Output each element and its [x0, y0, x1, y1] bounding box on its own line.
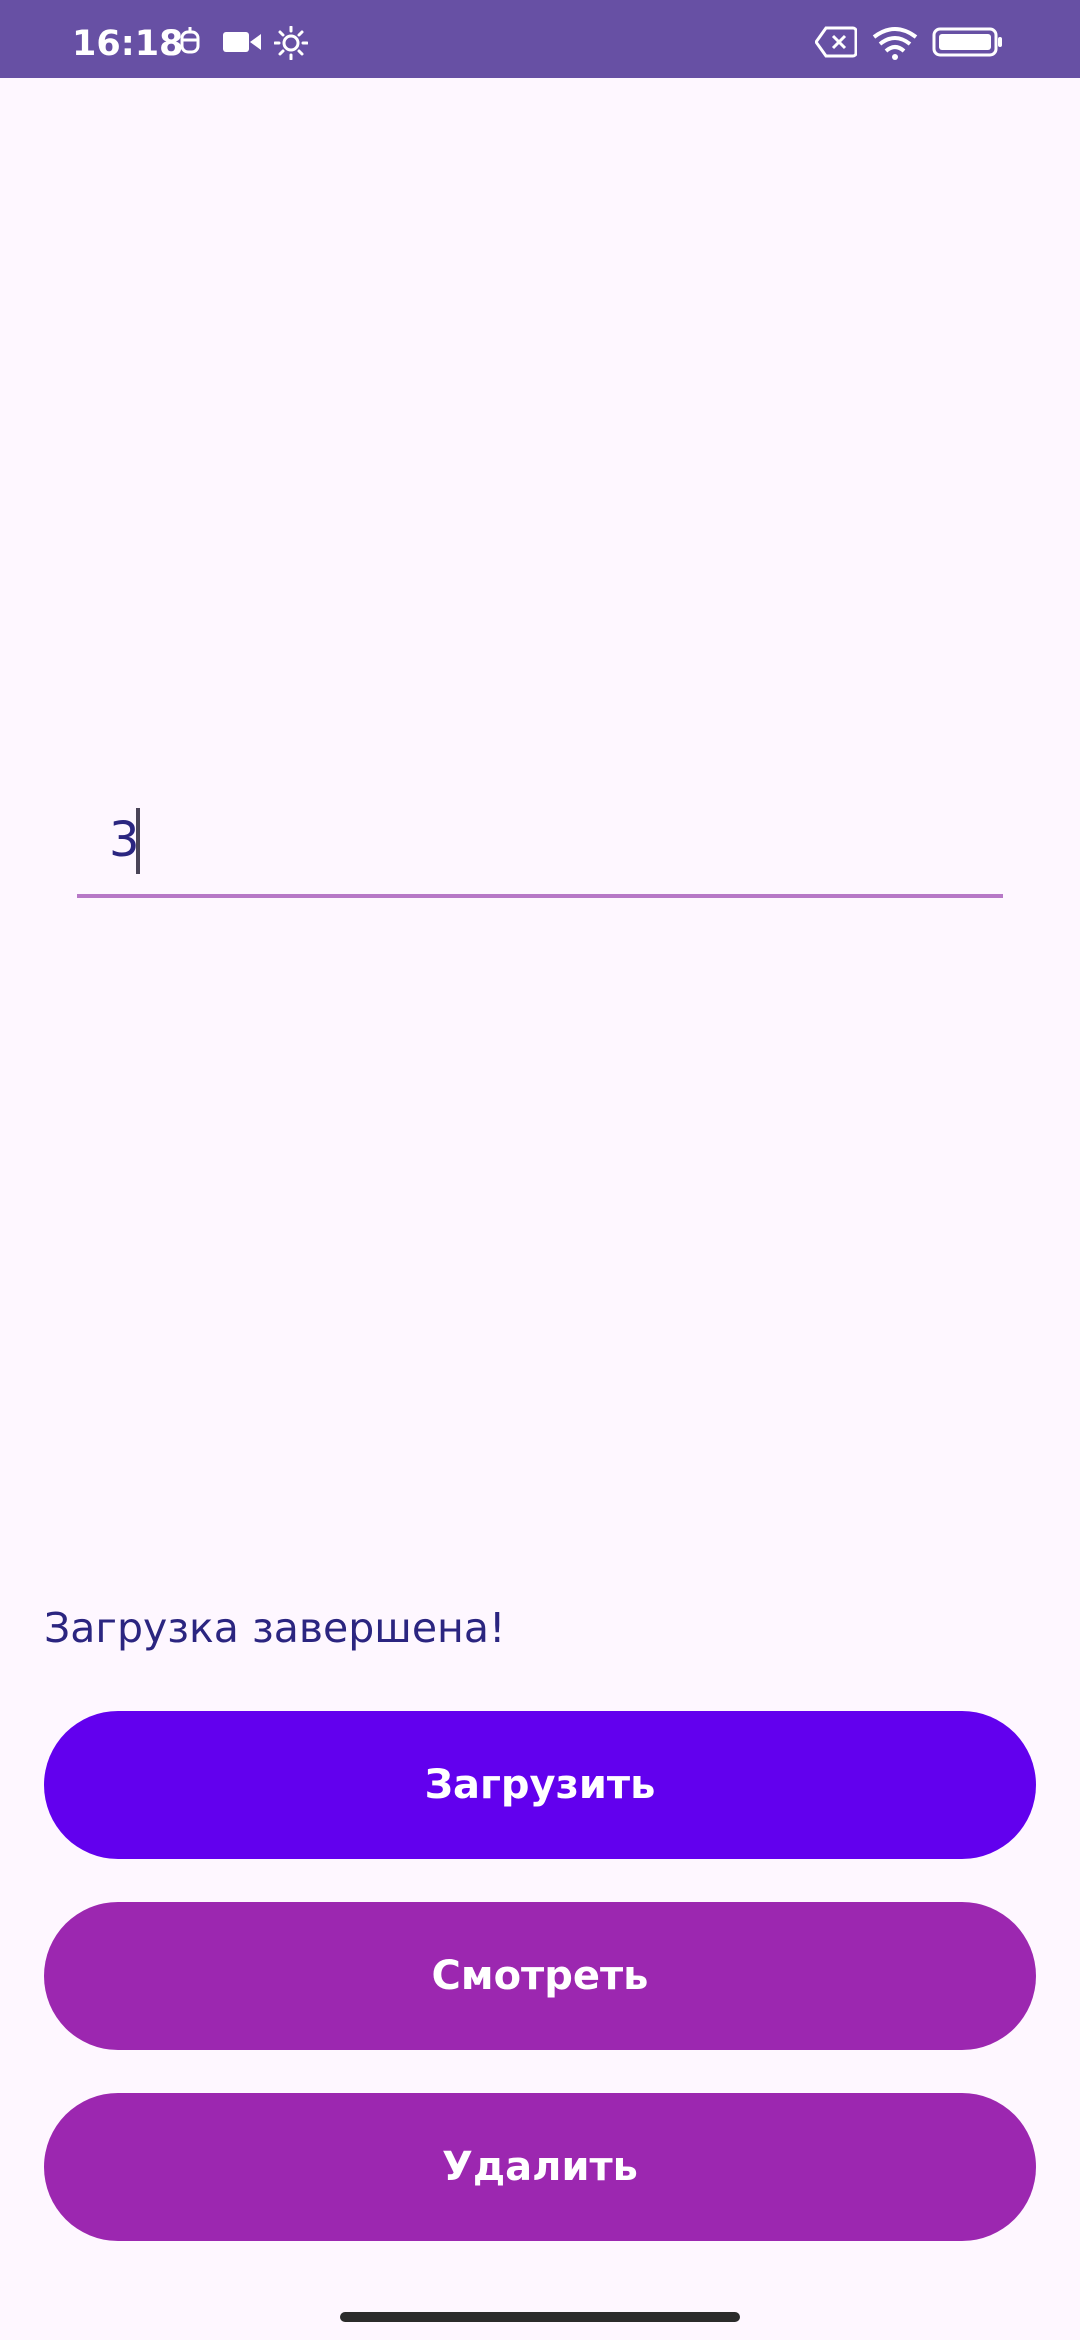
battery-icon — [932, 26, 1004, 58]
text-cursor — [136, 808, 140, 874]
navigation-gesture-bar[interactable] — [340, 2312, 740, 2322]
status-time: 16:18 — [72, 24, 184, 64]
video-icon — [222, 26, 262, 58]
wifi-icon — [872, 26, 918, 60]
status-bar: 16:18 — [0, 0, 1080, 78]
no-sim-icon — [815, 26, 857, 58]
number-input-value[interactable]: 3 — [109, 810, 140, 870]
notification-icon — [178, 26, 202, 58]
status-message: Загрузка завершена! — [44, 1604, 506, 1652]
delete-button[interactable]: Удалить — [44, 2093, 1036, 2241]
view-button[interactable]: Смотреть — [44, 1902, 1036, 2050]
load-button[interactable]: Загрузить — [44, 1711, 1036, 1859]
number-input[interactable]: 3 — [77, 790, 1003, 898]
brightness-icon — [274, 26, 308, 60]
input-underline — [77, 894, 1003, 898]
